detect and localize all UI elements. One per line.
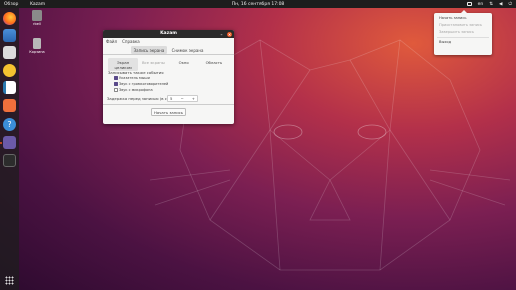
delay-increment-button[interactable]: + bbox=[192, 96, 195, 101]
desktop-icon-home[interactable]: rbell bbox=[25, 10, 49, 26]
dock: ? bbox=[0, 8, 19, 290]
option-mouse-pointer[interactable]: Указатель мыши bbox=[114, 76, 150, 80]
power-icon[interactable]: ⏻ bbox=[508, 1, 512, 7]
show-applications-icon[interactable] bbox=[5, 276, 14, 285]
desktop-icon-label: rbell bbox=[33, 22, 41, 26]
delay-value[interactable]: 5 bbox=[170, 96, 172, 101]
menu-file[interactable]: Файл bbox=[106, 39, 117, 44]
close-icon[interactable]: × bbox=[227, 31, 232, 37]
delay-label: Задержка перед записью (в с.): bbox=[107, 96, 171, 101]
delay-spinbox[interactable]: 5 − + bbox=[167, 95, 198, 102]
writer-icon[interactable] bbox=[3, 81, 16, 94]
delay-decrement-button[interactable]: − bbox=[181, 96, 184, 101]
start-recording-button[interactable]: Начать запись bbox=[151, 108, 186, 116]
menu-help[interactable]: Справка bbox=[122, 39, 140, 44]
app-menu[interactable]: Kazam bbox=[30, 2, 45, 7]
files-icon[interactable] bbox=[3, 46, 16, 59]
menu-start-recording[interactable]: Начать запись bbox=[434, 15, 492, 22]
mode-window[interactable]: Окно bbox=[169, 58, 199, 71]
kazam-tray-icon[interactable] bbox=[466, 2, 472, 6]
option-label: Указатель мыши bbox=[119, 76, 150, 80]
tab-bar: Запись экрана Снимок экрана bbox=[103, 46, 234, 54]
option-microphone[interactable]: Звук с микрофона bbox=[114, 88, 153, 92]
divider bbox=[103, 104, 234, 105]
mode-area[interactable]: Область bbox=[199, 58, 229, 71]
option-speakers[interactable]: Звук с громкоговорителей bbox=[114, 82, 168, 86]
clock[interactable]: Пн, 16 сентября 17:08 bbox=[232, 2, 285, 7]
firefox-icon[interactable] bbox=[3, 12, 16, 25]
menu-pause-recording: Приостановить запись bbox=[439, 23, 483, 28]
kazam-icon[interactable] bbox=[3, 136, 16, 149]
software-icon[interactable] bbox=[3, 99, 16, 112]
activities-button[interactable]: Обзор bbox=[4, 2, 18, 7]
active-indicator bbox=[0, 142, 2, 144]
menu-bar: Файл Справка bbox=[106, 39, 140, 44]
window-titlebar[interactable]: Kazam – × bbox=[103, 30, 234, 38]
language-indicator[interactable]: en bbox=[478, 2, 484, 7]
volume-icon[interactable]: ◀ bbox=[499, 2, 502, 7]
checkbox-unchecked[interactable] bbox=[114, 88, 118, 92]
music-icon[interactable] bbox=[3, 64, 16, 77]
checkbox-checked[interactable] bbox=[114, 76, 118, 80]
tab-screencast[interactable]: Запись экрана bbox=[130, 46, 168, 54]
menu-stop-recording: Завершить запись bbox=[439, 29, 474, 34]
window-title: Kazam bbox=[160, 31, 177, 36]
system-tray: en ⇅ ◀ ⏻ bbox=[466, 1, 512, 7]
trash-icon bbox=[33, 38, 41, 49]
menu-quit[interactable]: Выход bbox=[434, 39, 492, 46]
desktop-icon-label: Корзина bbox=[29, 50, 45, 54]
network-icon[interactable]: ⇅ bbox=[489, 2, 493, 7]
menu-separator bbox=[437, 36, 489, 38]
tab-screenshot[interactable]: Снимок экрана bbox=[169, 46, 207, 54]
terminal-icon[interactable] bbox=[3, 154, 16, 167]
divider bbox=[103, 54, 234, 55]
home-folder-icon bbox=[32, 10, 42, 21]
mail-icon[interactable] bbox=[3, 29, 16, 42]
help-icon[interactable]: ? bbox=[3, 118, 16, 131]
minimize-icon[interactable]: – bbox=[219, 32, 224, 37]
option-label: Звук с громкоговорителей bbox=[119, 82, 169, 86]
checkbox-checked[interactable] bbox=[114, 82, 118, 86]
desktop-icon-trash[interactable]: Корзина bbox=[25, 38, 49, 54]
option-label: Звук с микрофона bbox=[119, 88, 153, 92]
options-heading: Записывать также события bbox=[108, 70, 164, 75]
top-bar: Обзор Kazam Пн, 16 сентября 17:08 en ⇅ ◀… bbox=[0, 0, 516, 8]
tray-menu: Начать запись Приостановить запись Завер… bbox=[434, 10, 492, 55]
